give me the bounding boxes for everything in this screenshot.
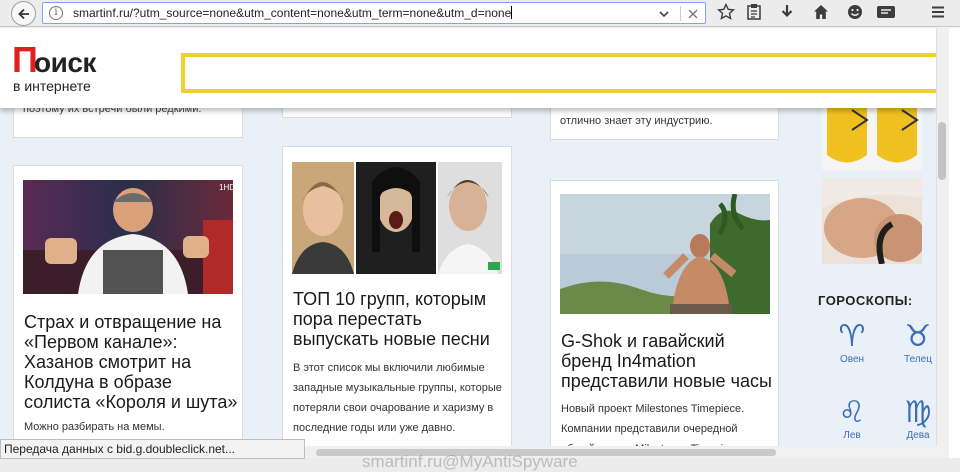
url-separator [680, 6, 681, 21]
search-input[interactable] [181, 53, 941, 93]
article-image-tv-show[interactable]: 1HD [23, 180, 233, 294]
status-bar: Передача данных с bid.g.doubleclick.net.… [0, 439, 305, 459]
star-icon[interactable] [716, 2, 736, 23]
article-card-gshock[interactable]: G-Shok и гавайский бренд In4mation предс… [550, 180, 779, 446]
smiley-icon[interactable] [845, 3, 865, 23]
article-title[interactable]: Страх и отвращение на «Первом канале»: Х… [24, 312, 239, 412]
url-text[interactable]: smartinf.ru/?utm_source=none&utm_content… [73, 6, 513, 20]
browser-toolbar: i smartinf.ru/?utm_source=none&utm_conte… [0, 0, 960, 27]
horoscope-heading: ГОРОСКОПЫ: [818, 293, 913, 308]
article-title[interactable]: G-Shok и гавайский бренд In4mation предс… [561, 331, 776, 391]
zodiac-label: Лев [843, 430, 861, 441]
article-snippet: Можно разбирать на мемы. [24, 421, 165, 433]
close-icon[interactable] [686, 4, 700, 27]
taurus-icon: ♉ [904, 320, 932, 353]
logo-text: оиск [34, 47, 96, 78]
article-snippet: отлично знает эту индустрию. [560, 115, 713, 127]
zodiac-virgo[interactable]: ♍ Дева [893, 396, 936, 441]
zodiac-taurus[interactable]: ♉ Телец [893, 320, 936, 365]
article-card-top10-bands[interactable]: ТОП 10 групп, которым пора перестать вып… [282, 146, 512, 446]
site-header: П оиск в интернете [0, 28, 941, 108]
back-arrow-icon[interactable] [11, 1, 36, 26]
article-snippet: В этот список мы включили любимые западн… [293, 362, 502, 434]
zodiac-label: Телец [904, 354, 932, 365]
article-title[interactable]: ТОП 10 групп, которым пора перестать вып… [293, 289, 508, 349]
zodiac-label: Овен [839, 354, 865, 365]
chevron-down-icon[interactable] [658, 4, 670, 27]
article-card-khazanov[interactable]: 1HD Страх и отвращение на «Первом канале… [13, 165, 243, 446]
sidebar-ad-bottom[interactable] [822, 178, 926, 265]
clipboard-icon[interactable] [744, 3, 764, 23]
zodiac-aries[interactable]: ♈ Овен [827, 320, 877, 365]
vertical-scroll-thumb[interactable] [938, 122, 946, 180]
watermark: smartinf.ru@MyAntiSpyware [362, 452, 578, 471]
hamburger-menu-icon[interactable] [928, 3, 948, 23]
zodiac-label: Дева [906, 430, 930, 441]
extension-icon[interactable] [875, 3, 897, 23]
svg-text:1HD: 1HD [219, 183, 233, 192]
aries-icon: ♈ [838, 320, 866, 353]
article-image-hawaii[interactable] [560, 194, 770, 314]
home-icon[interactable] [811, 3, 831, 23]
virgo-icon: ♍ [904, 396, 932, 429]
article-snippet: Новый проект Milestones Timepiece. Компа… [561, 403, 745, 446]
info-icon[interactable]: i [49, 6, 63, 20]
browser-window: i smartinf.ru/?utm_source=none&utm_conte… [0, 0, 960, 472]
sidebar-ad-top[interactable] [822, 100, 922, 170]
vertical-scrollbar[interactable] [936, 28, 949, 446]
window-edge [949, 28, 960, 472]
zodiac-leo[interactable]: ♌ Лев [827, 396, 877, 441]
url-bar[interactable]: i smartinf.ru/?utm_source=none&utm_conte… [42, 2, 706, 24]
download-arrow-icon[interactable] [777, 3, 797, 23]
logo-subtitle: в интернете [13, 78, 91, 94]
article-image-musicians[interactable] [292, 162, 502, 274]
leo-icon: ♌ [838, 396, 866, 429]
